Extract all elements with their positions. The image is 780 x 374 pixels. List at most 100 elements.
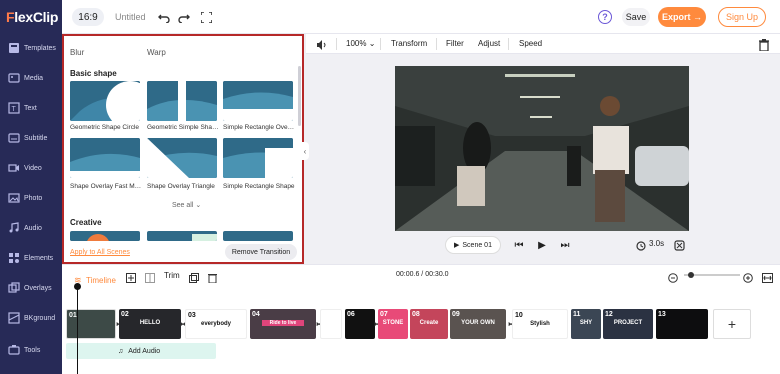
- adjust-button[interactable]: Adjust: [478, 39, 500, 48]
- sidebar-item-background[interactable]: BKground: [0, 306, 62, 336]
- timeline-clip[interactable]: 07 STONE: [378, 309, 408, 339]
- sidebar-label: Overlays: [24, 285, 52, 292]
- undo-icon[interactable]: [156, 9, 172, 25]
- creative-thumb[interactable]: [70, 231, 140, 241]
- transition-thumb[interactable]: [223, 138, 293, 178]
- sidebar-item-text[interactable]: T Text: [0, 96, 62, 126]
- media-icon: [8, 73, 20, 83]
- redo-icon[interactable]: [176, 9, 192, 25]
- project-title[interactable]: Untitled: [115, 12, 146, 22]
- help-icon[interactable]: ?: [598, 10, 612, 24]
- audio-icon: [9, 222, 19, 233]
- sidebar-label: Video: [24, 165, 42, 172]
- sidebar-item-overlays[interactable]: Overlays: [0, 276, 62, 306]
- volume-icon[interactable]: [316, 38, 328, 56]
- sidebar-item-audio[interactable]: Audio: [0, 216, 62, 246]
- video-preview[interactable]: [395, 66, 689, 231]
- tab-blur[interactable]: Blur: [70, 48, 84, 57]
- tab-warp[interactable]: Warp: [147, 48, 166, 57]
- sign-up-button[interactable]: Sign Up: [718, 7, 766, 27]
- toolbar-divider: [508, 38, 509, 50]
- sidebar-item-video[interactable]: Video: [0, 156, 62, 186]
- clip-text: YOUR OWN: [461, 320, 495, 326]
- see-all-link[interactable]: See all ⌄: [172, 201, 201, 209]
- sidebar-item-subtitle[interactable]: Subtitle: [0, 126, 62, 156]
- panel-collapse-chevron-icon[interactable]: ‹: [301, 142, 309, 160]
- photo-icon: [8, 193, 20, 203]
- clip-text: PROJECT: [613, 320, 643, 326]
- timeline-clip[interactable]: 09 YOUR OWN: [450, 309, 506, 339]
- apply-to-all-link[interactable]: Apply to All Scenes: [70, 249, 130, 256]
- timeline-clip-blank[interactable]: [320, 309, 342, 339]
- clip-number: 03: [188, 312, 196, 319]
- clip-text: Ride to live: [262, 320, 304, 326]
- transition-label: Simple Rectangle Overlay: [223, 124, 295, 131]
- filter-button[interactable]: Filter: [446, 39, 464, 48]
- transition-label: Geometric Shape Circle: [70, 124, 139, 131]
- fullscreen-icon[interactable]: [198, 9, 214, 25]
- timeline-clip[interactable]: 12 PROJECT: [603, 309, 653, 339]
- sidebar-item-photo[interactable]: Photo: [0, 186, 62, 216]
- timeline-clip[interactable]: 10 Stylish: [512, 309, 568, 339]
- section-basic-shape: Basic shape: [70, 69, 117, 78]
- trim-button[interactable]: Trim: [164, 271, 180, 280]
- timeline-clip[interactable]: 06: [345, 309, 375, 339]
- transition-thumb[interactable]: [147, 81, 217, 121]
- transition-thumb[interactable]: [70, 81, 140, 121]
- next-icon[interactable]: ⏭: [559, 238, 571, 252]
- toolbar-divider: [336, 38, 337, 50]
- timeline-clip[interactable]: 08 Create: [410, 309, 448, 339]
- see-all-label: See all: [172, 202, 194, 209]
- transition-label: Shape Overlay Triangle: [147, 183, 215, 190]
- duration-label[interactable]: 3.0s: [649, 239, 664, 248]
- creative-thumb[interactable]: [147, 231, 217, 241]
- video-icon: [8, 164, 19, 172]
- app-root: FlexClip 16:9 Untitled ? Save Export → S…: [0, 0, 780, 374]
- playhead[interactable]: [77, 286, 78, 374]
- transition-thumb[interactable]: [70, 138, 140, 178]
- clip-text: Stylish: [530, 321, 550, 327]
- transition-thumb[interactable]: [147, 138, 217, 178]
- transition-label: Simple Rectangle Shape: [223, 183, 295, 190]
- scene-selector[interactable]: ▶ Scene 01: [445, 236, 501, 254]
- play-triangle-icon: ▶: [454, 242, 460, 249]
- clip-text: STONE: [382, 320, 404, 326]
- transform-button[interactable]: Transform: [391, 39, 427, 48]
- clip-number: 11: [573, 311, 581, 318]
- add-scene-button[interactable]: +: [713, 309, 751, 339]
- flexclip-logo[interactable]: FlexClip: [0, 0, 62, 34]
- creative-thumb[interactable]: [223, 231, 293, 241]
- aspect-ratio-button[interactable]: 16:9: [72, 8, 104, 26]
- delete-icon[interactable]: [759, 38, 769, 56]
- fit-screen-icon[interactable]: [674, 238, 685, 256]
- sidebar-item-elements[interactable]: Elements: [0, 246, 62, 276]
- export-button[interactable]: Export →: [658, 7, 706, 27]
- subtitle-icon: [8, 133, 20, 143]
- add-audio-button[interactable]: ♫ Add Audio: [66, 343, 216, 359]
- previous-icon[interactable]: ⏮: [513, 238, 525, 252]
- timeline-clip[interactable]: 03 everybody: [185, 309, 247, 339]
- timeline-clip[interactable]: 01: [66, 309, 116, 339]
- timeline-clip[interactable]: 02 HELLO: [119, 309, 181, 339]
- toolbar-divider: [436, 38, 437, 50]
- sidebar-item-tools[interactable]: Tools: [0, 338, 62, 368]
- clip-toolbar: 100% ⌄ Transform Filter Adjust Speed: [306, 34, 780, 54]
- clip-text: Create: [419, 320, 439, 326]
- sidebar-item-templates[interactable]: Templates: [0, 36, 62, 66]
- timeline-clip[interactable]: 04 Ride to live: [250, 309, 316, 339]
- clip-text: SHY: [579, 320, 593, 326]
- chevron-down-icon: ⌄: [195, 202, 202, 209]
- zoom-select[interactable]: 100% ⌄: [346, 39, 375, 48]
- playhead-handle[interactable]: [74, 283, 81, 290]
- transition-label: Geometric Simple Shape: [147, 124, 219, 131]
- panel-scrollbar[interactable]: [298, 66, 301, 126]
- zoom-slider-handle[interactable]: [688, 272, 694, 278]
- save-button[interactable]: Save: [622, 8, 650, 26]
- remove-transition-button[interactable]: Remove Transition: [225, 244, 297, 260]
- speed-button[interactable]: Speed: [519, 39, 542, 48]
- sidebar-item-media[interactable]: Media: [0, 66, 62, 96]
- timeline-clip[interactable]: 13: [656, 309, 708, 339]
- play-icon[interactable]: ▶: [536, 238, 548, 252]
- timeline-clip[interactable]: 11 SHY: [571, 309, 601, 339]
- transition-thumb[interactable]: [223, 81, 293, 121]
